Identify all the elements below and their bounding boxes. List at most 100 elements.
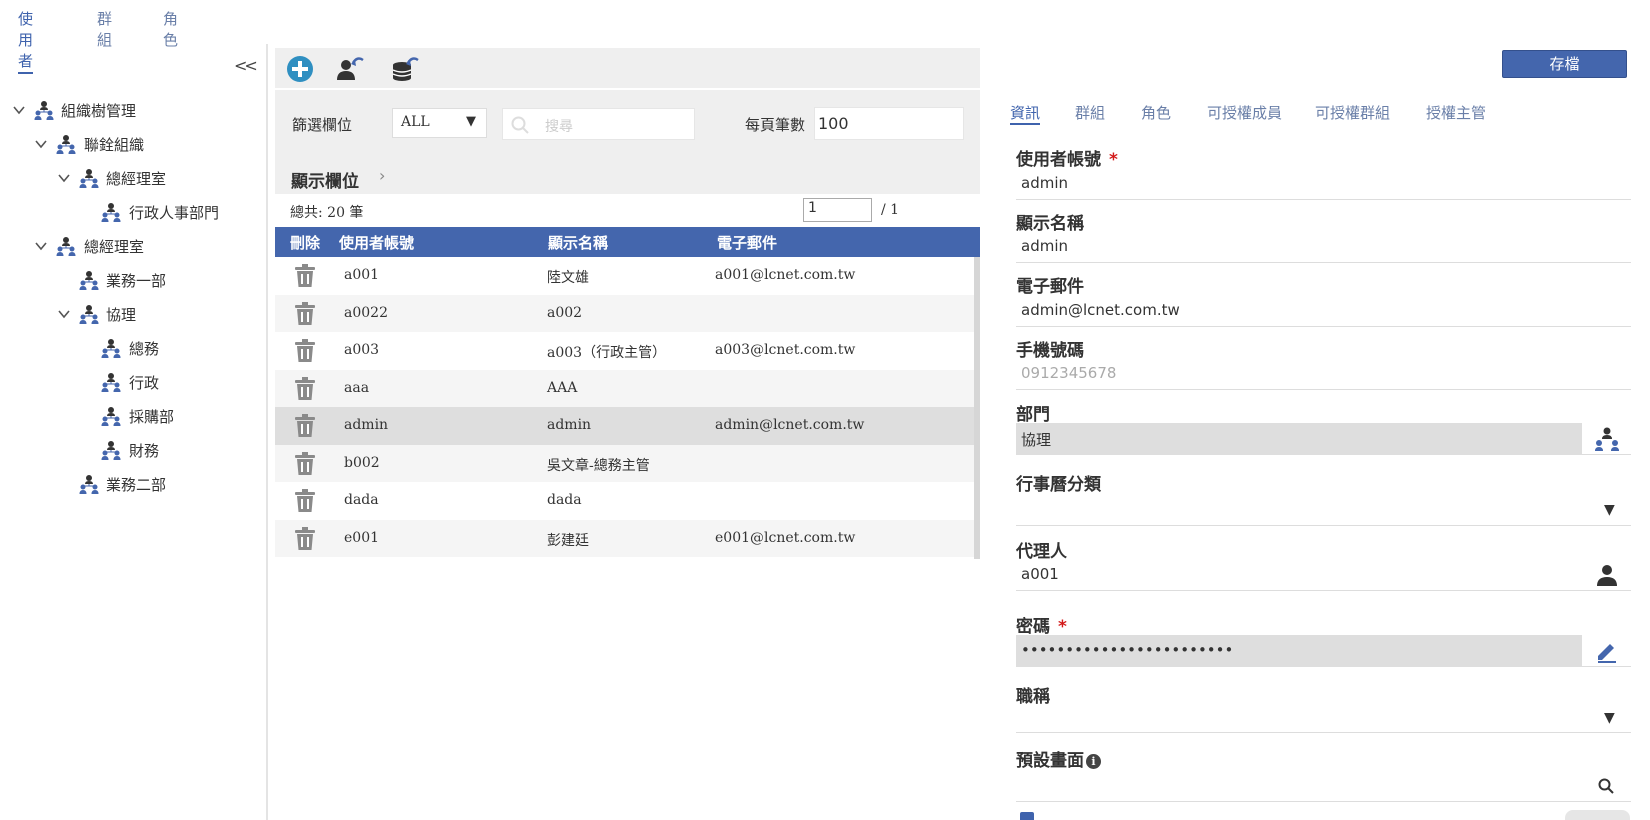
tree-node-label[interactable]: 採購部 [129, 406, 174, 427]
password-label-text: 密碼 [1016, 617, 1050, 637]
tree-node[interactable]: 業務一部 [0, 266, 260, 294]
trash-icon[interactable] [294, 489, 316, 513]
cell-name: AAA [547, 379, 578, 396]
tree-node[interactable]: 組織樹管理 [0, 96, 260, 124]
tab-authorized-members[interactable]: 可授權成員 [1207, 102, 1282, 123]
tree-node-label[interactable]: 業務一部 [106, 270, 166, 291]
tree-node[interactable]: 聯銓組織 [0, 130, 260, 158]
tree-node[interactable]: 協理 [0, 300, 260, 328]
table-row[interactable]: a001 陸文雄 a001@lcnet.com.tw [275, 257, 980, 295]
tree-node-label[interactable]: 組織樹管理 [61, 100, 136, 121]
default-page-field[interactable] [1016, 770, 1631, 802]
calendar-category-select[interactable] [1016, 494, 1631, 526]
save-button[interactable]: 存檔 [1502, 50, 1627, 78]
cell-email: a003@lcnet.com.tw [715, 342, 856, 358]
mobile-field[interactable]: 0912345678 [1016, 358, 1631, 390]
checkbox[interactable] [1020, 812, 1034, 820]
tab-detail-groups[interactable]: 群組 [1075, 102, 1105, 123]
tree-node-label[interactable]: 總經理室 [84, 236, 144, 257]
cell-name: a002 [547, 304, 583, 321]
trash-icon[interactable] [294, 414, 316, 438]
page-number-input[interactable]: 1 [803, 198, 872, 222]
grid-scrollbar[interactable] [974, 257, 980, 559]
database-import-icon[interactable] [390, 54, 420, 84]
tree-node[interactable]: 財務 [0, 436, 260, 464]
trash-icon[interactable] [294, 451, 316, 476]
tab-authorized-supervisors[interactable]: 授權主管 [1426, 102, 1486, 123]
filter-field-value: ALL [401, 114, 430, 130]
tree-node-label[interactable]: 業務二部 [106, 474, 166, 495]
edit-password-button[interactable] [1582, 635, 1631, 667]
chevron-down-icon[interactable]: ▼ [1604, 502, 1615, 518]
add-circle-icon[interactable] [285, 54, 315, 84]
table-row[interactable]: dada dada [275, 482, 980, 520]
chevron-down-icon[interactable]: ▼ [1604, 710, 1615, 726]
tab-info[interactable]: 資訊 [1010, 102, 1041, 125]
tree-node-label[interactable]: 聯銓組織 [84, 134, 144, 155]
table-row[interactable]: admin admin admin@lcnet.com.tw [275, 407, 980, 445]
tree-node[interactable]: 總務 [0, 334, 260, 362]
header-email[interactable]: 電子郵件 [717, 232, 777, 253]
display-name-field[interactable]: admin [1016, 231, 1631, 263]
tree-node-label[interactable]: 協理 [106, 304, 136, 325]
chevron-down-icon[interactable] [57, 171, 71, 185]
tree-node[interactable]: 行政 [0, 368, 260, 396]
table-row[interactable]: a0022 a002 [275, 294, 980, 332]
grid-header: 刪除 使用者帳號 顯示名稱 電子郵件 [275, 227, 980, 257]
chevron-down-icon[interactable] [34, 137, 48, 151]
cell-name: a003（行政主管） [547, 345, 667, 361]
tree-node[interactable]: 總經理室 [0, 232, 260, 260]
chevron-down-icon[interactable] [57, 307, 71, 321]
org-picker-button[interactable] [1582, 423, 1631, 455]
user-import-icon[interactable] [335, 54, 365, 84]
header-display-name[interactable]: 顯示名稱 [548, 232, 608, 253]
tree-node[interactable]: 業務二部 [0, 470, 260, 498]
collapse-panel-button[interactable]: << [234, 56, 258, 75]
org-chart-icon [1594, 427, 1619, 451]
info-icon[interactable]: i [1086, 754, 1101, 769]
tab-detail-roles[interactable]: 角色 [1141, 102, 1171, 123]
trash-icon[interactable] [294, 339, 316, 363]
display-columns-bar[interactable]: 顯示欄位 › [275, 162, 980, 194]
account-field[interactable]: admin [1016, 168, 1631, 200]
email-field[interactable]: admin@lcnet.com.tw [1016, 295, 1631, 327]
search-icon[interactable] [1598, 778, 1614, 794]
tab-authorized-groups[interactable]: 可授權群組 [1315, 102, 1390, 123]
cell-email: e001@lcnet.com.tw [715, 529, 856, 546]
cell-account: dada [344, 492, 379, 508]
tree-node-label[interactable]: 總務 [129, 338, 159, 359]
cell-account: admin [344, 417, 389, 433]
tree-node-label[interactable]: 行政人事部門 [129, 202, 219, 223]
tree-node-label[interactable]: 總經理室 [106, 168, 166, 189]
trash-icon[interactable] [294, 376, 316, 401]
table-row[interactable]: aaa AAA [275, 369, 980, 407]
tree-node[interactable]: 採購部 [0, 402, 260, 430]
trash-icon[interactable] [294, 264, 316, 288]
tree-node[interactable]: 行政人事部門 [0, 198, 260, 226]
table-row[interactable]: b002 吳文章-總務主管 [275, 444, 980, 482]
tree-node-label[interactable]: 行政 [129, 372, 159, 393]
org-unit-icon [56, 134, 76, 154]
search-input[interactable]: 搜尋 [502, 108, 695, 140]
cell-account: b002 [344, 454, 380, 471]
chevron-down-icon: ▼ [466, 114, 476, 129]
tree-node[interactable]: 總經理室 [0, 164, 260, 192]
trash-icon[interactable] [294, 301, 316, 326]
password-field: •••••••••••••••••••••••• [1016, 635, 1582, 667]
chevron-down-icon[interactable] [12, 103, 26, 117]
chevron-down-icon[interactable] [34, 239, 48, 253]
trash-icon[interactable] [294, 526, 316, 551]
job-title-select[interactable] [1016, 701, 1631, 733]
bottom-button[interactable] [1565, 810, 1630, 820]
tree-node-label[interactable]: 財務 [129, 440, 159, 461]
table-row[interactable]: a003 a003（行政主管） a003@lcnet.com.tw [275, 332, 980, 370]
default-page-label: 預設畫面 i [1016, 746, 1101, 771]
user-picker-button[interactable] [1582, 559, 1631, 591]
table-row[interactable]: e001 彭建廷 e001@lcnet.com.tw [275, 519, 980, 557]
filter-field-select[interactable]: ALL ▼ [392, 108, 487, 138]
header-account[interactable]: 使用者帳號 [339, 232, 414, 253]
required-mark: * [1109, 150, 1118, 170]
org-unit-icon [101, 406, 121, 426]
page-size-input[interactable]: 100 [814, 107, 964, 140]
agent-field[interactable]: a001 [1016, 559, 1582, 591]
